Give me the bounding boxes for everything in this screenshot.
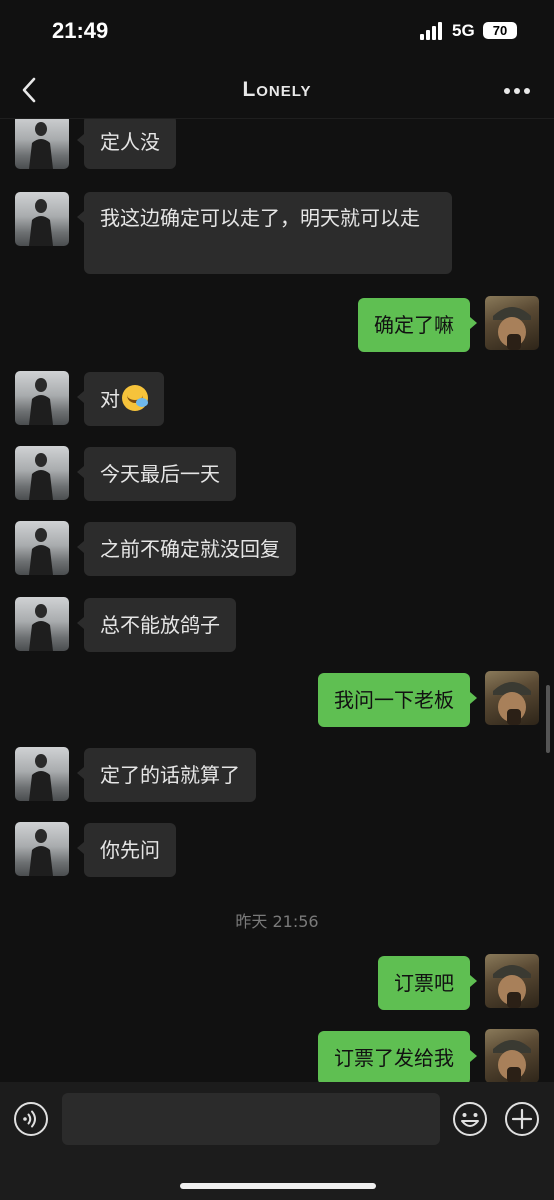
message-bubble[interactable]: 你先问: [77, 823, 176, 877]
friend-avatar[interactable]: [15, 747, 69, 801]
my-avatar[interactable]: [485, 296, 539, 350]
status-bar: 21:49 5G 70: [0, 0, 554, 62]
chat-timestamp: 昨天 21:56: [235, 912, 319, 931]
message-bubble[interactable]: 之前不确定就没回复: [77, 522, 296, 576]
my-avatar[interactable]: [485, 671, 539, 725]
chat-title: Lonely: [242, 78, 312, 101]
message-bubble[interactable]: 对: [77, 372, 164, 426]
message-bubble[interactable]: 定人没: [77, 119, 176, 169]
scrollbar[interactable]: [546, 685, 550, 753]
message-bubble[interactable]: 我这边确定可以走了，明天就可以走: [77, 192, 452, 274]
message-input[interactable]: [62, 1093, 440, 1145]
friend-avatar[interactable]: [15, 822, 69, 876]
message-bubble[interactable]: 我问一下老板: [318, 673, 477, 727]
emoji-icon[interactable]: [452, 1101, 488, 1137]
friend-avatar[interactable]: [15, 446, 69, 500]
chat-header: Lonely: [0, 62, 554, 119]
friend-avatar[interactable]: [15, 192, 69, 246]
friend-avatar[interactable]: [15, 597, 69, 651]
message-bubble[interactable]: 订票吧: [378, 956, 477, 1010]
status-time: 21:49: [52, 18, 109, 43]
home-indicator[interactable]: [180, 1183, 376, 1189]
message-bubble[interactable]: 今天最后一天: [77, 447, 236, 501]
friend-avatar[interactable]: [15, 521, 69, 575]
message-bubble[interactable]: 订票了发给我: [318, 1031, 477, 1082]
message-list[interactable]: 定人没 我这边确定可以走了，明天就可以走 确定了嘛 对 今天最后一天 之前不确定…: [0, 119, 554, 1082]
signal-icon: [420, 22, 444, 40]
my-avatar[interactable]: [485, 1029, 539, 1082]
message-text: 对: [100, 387, 120, 411]
message-bubble[interactable]: 定了的话就算了: [77, 748, 256, 802]
battery-icon: 70: [483, 22, 517, 39]
friend-avatar[interactable]: [15, 371, 69, 425]
voice-icon[interactable]: [13, 1101, 49, 1137]
my-avatar[interactable]: [485, 954, 539, 1008]
network-label: 5G: [452, 21, 475, 40]
message-bubble[interactable]: 确定了嘛: [358, 298, 477, 352]
message-bubble[interactable]: 总不能放鸽子: [77, 598, 236, 652]
plus-icon[interactable]: [504, 1101, 540, 1137]
laugh-cry-emoji-icon: [122, 385, 148, 411]
more-dots-icon[interactable]: [502, 86, 532, 96]
friend-avatar[interactable]: [15, 119, 69, 169]
